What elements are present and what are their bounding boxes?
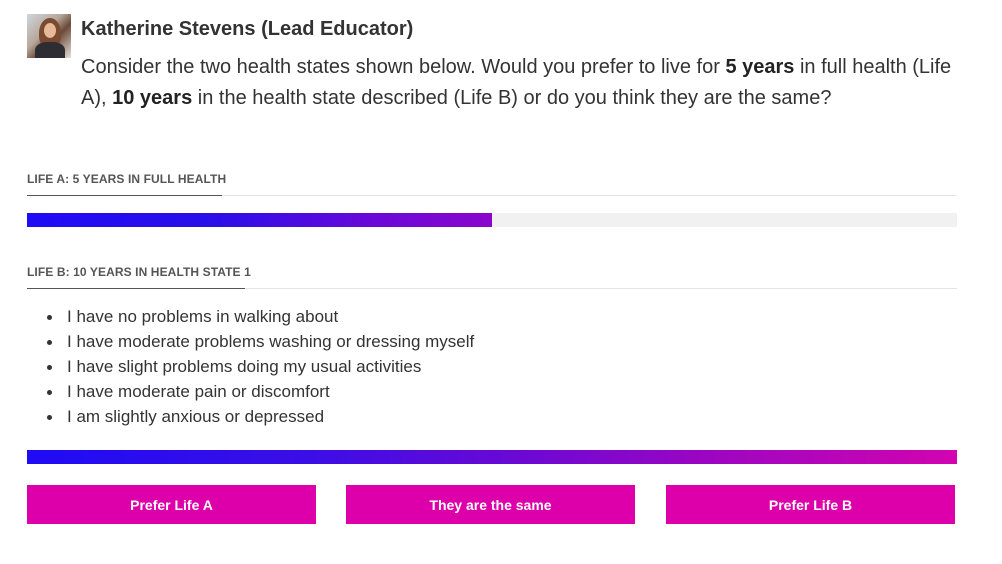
life-a-bar-fill	[27, 213, 492, 227]
life-a-title-text: LIFE A: 5 YEARS IN FULL HEALTH	[27, 172, 227, 186]
educator-avatar	[27, 14, 71, 58]
question-part-3: in the health state described (Life B) o…	[192, 87, 832, 109]
health-state-list: I have no problems in walking about I ha…	[27, 304, 474, 429]
prefer-life-a-button[interactable]: Prefer Life A	[27, 485, 316, 524]
question-part-1: Consider the two health states shown bel…	[81, 56, 726, 78]
prefer-life-b-button[interactable]: Prefer Life B	[666, 485, 955, 524]
life-b-bar	[27, 450, 957, 464]
health-state-item: I have no problems in walking about	[46, 304, 474, 329]
life-b-title-text: LIFE B: 10 YEARS IN HEALTH STATE 1	[27, 265, 251, 279]
question-bold-years-a: 5 years	[725, 56, 795, 78]
question-text: Consider the two health states shown bel…	[81, 52, 961, 114]
life-b-bar-fill	[27, 450, 957, 464]
life-a-bar	[27, 213, 957, 227]
life-b-title-underline	[27, 288, 245, 289]
author-name: Katherine Stevens (Lead Educator)	[81, 18, 414, 40]
same-button[interactable]: They are the same	[346, 485, 635, 524]
health-state-item: I have moderate pain or discomfort	[46, 379, 474, 404]
life-a-title: LIFE A: 5 YEARS IN FULL HEALTH	[27, 172, 957, 196]
life-b-title: LIFE B: 10 YEARS IN HEALTH STATE 1	[27, 265, 957, 289]
health-state-item: I have moderate problems washing or dres…	[46, 329, 474, 354]
question-bold-years-b: 10 years	[112, 87, 193, 109]
health-state-item: I have slight problems doing my usual ac…	[46, 354, 474, 379]
health-state-item: I am slightly anxious or depressed	[46, 404, 474, 429]
life-a-title-underline	[27, 195, 222, 196]
